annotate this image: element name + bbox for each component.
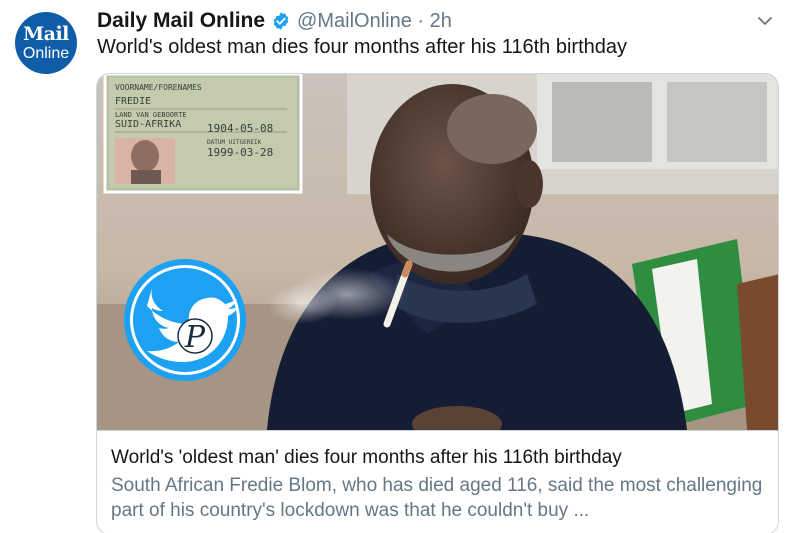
card-description: South African Fredie Blom, who has died …: [111, 475, 763, 521]
tweet-header: Daily Mail Online @MailOnline · 2h: [97, 8, 760, 34]
avatar[interactable]: Mail Online: [15, 12, 77, 74]
svg-text:VOORNAME/FORENAMES: VOORNAME/FORENAMES: [115, 83, 202, 92]
id-birth-date: 1904-05-08: [207, 122, 273, 135]
card-title[interactable]: World's 'oldest man' dies four months af…: [111, 445, 766, 471]
svg-text:DATUM UITGEREIK: DATUM UITGEREIK: [207, 139, 262, 146]
link-card[interactable]: VOORNAME/FORENAMES FREDIE LAND VAN GEBOO…: [96, 73, 779, 533]
twitter-bird-icon: P: [124, 259, 246, 381]
handle-and-time[interactable]: @MailOnline · 2h: [297, 10, 452, 33]
chevron-down-icon[interactable]: [756, 12, 774, 30]
verified-badge-icon: [273, 12, 289, 30]
svg-text:LAND VAN GEBOORTE: LAND VAN GEBOORTE: [115, 111, 187, 119]
id-country: SUID-AFRIKA: [115, 119, 181, 130]
watermark-letter: P: [184, 320, 206, 355]
avatar-logo-line2: Online: [22, 44, 70, 62]
id-name: FREDIE: [115, 96, 151, 107]
tweet-text: World's oldest man dies four months afte…: [97, 36, 628, 58]
card-photo: VOORNAME/FORENAMES FREDIE LAND VAN GEBOO…: [97, 74, 778, 430]
id-document-inset: VOORNAME/FORENAMES FREDIE LAND VAN GEBOO…: [103, 74, 303, 194]
avatar-logo-line1: Mail: [23, 22, 69, 45]
id-issue-date: 1999-03-28: [207, 146, 273, 159]
author-name[interactable]: Daily Mail Online: [97, 9, 265, 33]
card-meta: World's 'oldest man' dies four months af…: [97, 430, 778, 533]
